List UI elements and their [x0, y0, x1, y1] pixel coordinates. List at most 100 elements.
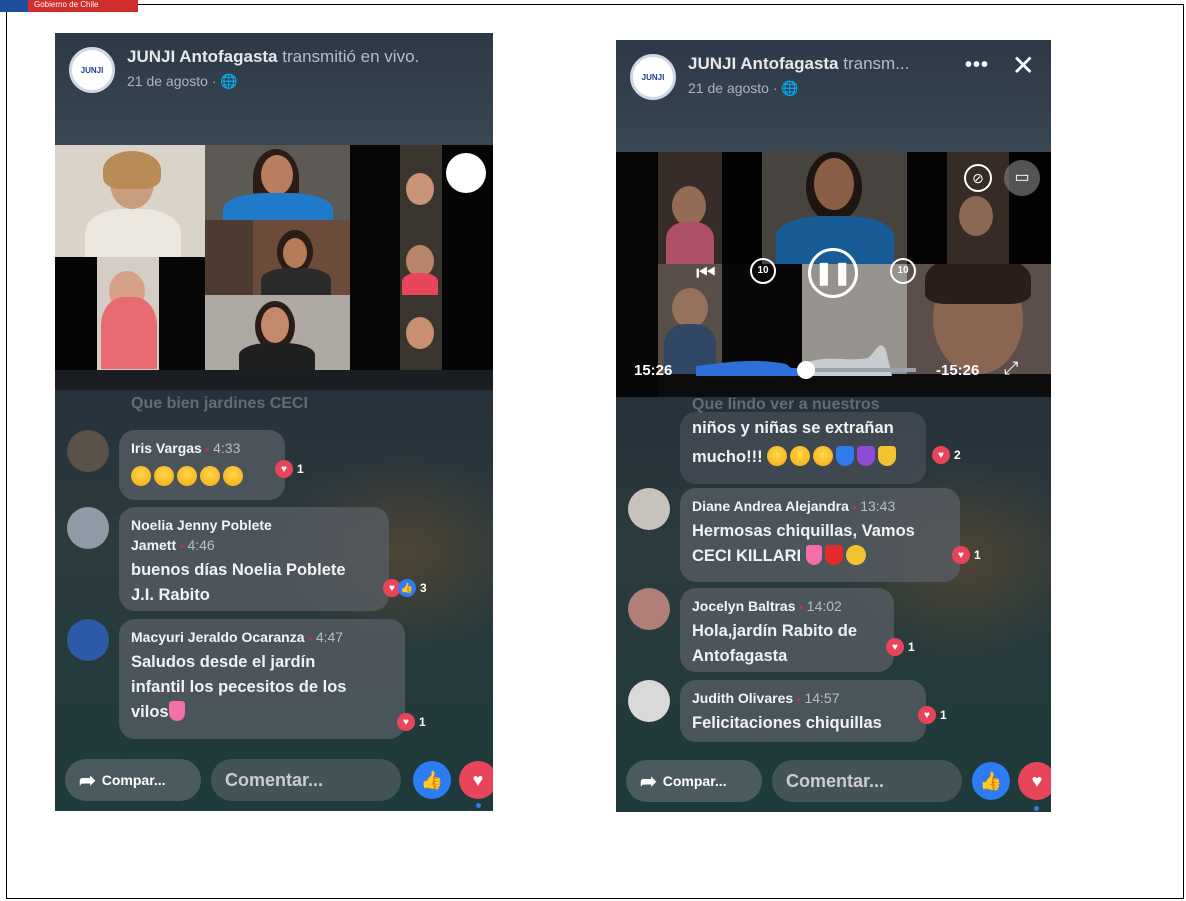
date-text: 21 de agosto · [688, 80, 778, 96]
elapsed-time: 15:26 [634, 362, 673, 379]
active-indicator [1034, 806, 1039, 811]
comment-input[interactable]: Comentar... [772, 760, 962, 802]
name-text: Macyuri Jeraldo Ocaranza [131, 629, 305, 645]
captions-button[interactable]: ⊘ [964, 164, 992, 192]
comment-time: 4:33 [213, 440, 241, 456]
avatar[interactable] [67, 507, 109, 549]
reaction-count[interactable]: ♥ 2 [932, 446, 961, 464]
name-text: Jamett [131, 537, 177, 553]
video-tile [205, 145, 350, 220]
reaction-number: 1 [908, 640, 915, 654]
seek-handle[interactable] [797, 361, 815, 379]
reaction-count[interactable]: ♥ 1 [275, 460, 304, 478]
skip-previous-button[interactable]: ⏮ [696, 260, 716, 286]
comment-text-3: vilos [131, 703, 169, 721]
video-tile [400, 145, 442, 370]
comment-text-2: mucho!!! [692, 448, 763, 466]
comment: Judith Olivares • 14:57 Felicitaciones c… [628, 680, 1028, 742]
love-button[interactable]: ♥ [459, 761, 493, 799]
like-button[interactable]: 👍 [413, 761, 451, 799]
comment-bubble: Macyuri Jeraldo Ocaranza • 4:47 Saludos … [119, 619, 405, 739]
avatar[interactable] [628, 588, 670, 630]
video-tile [350, 145, 400, 370]
video-player[interactable] [55, 145, 493, 390]
comment-bubble: niños y niñas se extrañan mucho!!! [680, 412, 926, 484]
comment-bubble: Noelia Jenny Poblete Jamett • 4:46 bueno… [119, 507, 389, 611]
globe-icon: 🌐 [781, 80, 799, 96]
comment-bubble: Judith Olivares • 14:57 Felicitaciones c… [680, 680, 926, 742]
close-button[interactable]: ✕ [1012, 52, 1035, 80]
comment: Diane Andrea Alejandra • 13:43 Hermosas … [628, 488, 1028, 582]
post-date: 21 de agosto · 🌐 [688, 80, 799, 97]
comment-text: Saludos desde el jardín [131, 653, 316, 671]
forward-10-button[interactable]: 10 [890, 258, 916, 284]
seek-progress [696, 368, 797, 372]
action-bar: ➦ Compar... Comentar... 👍 ♥ [616, 758, 1051, 811]
avatar[interactable] [628, 488, 670, 530]
reaction-count[interactable]: ♥ 1 [397, 713, 426, 731]
video-player[interactable]: ⊘ ▭ ⏮ 10 ❚❚ 10 15:26 -15:26 ⤢ [616, 152, 1051, 397]
comment-time: 14:02 [806, 598, 842, 614]
love-button[interactable]: ♥ [1018, 762, 1051, 800]
active-indicator [476, 803, 481, 808]
rewind-10-button[interactable]: 10 [750, 258, 776, 284]
fullscreen-icon[interactable]: ⤢ [1004, 358, 1018, 379]
name-text: Judith Olivares [692, 690, 794, 706]
comment-bubble: Diane Andrea Alejandra • 13:43 Hermosas … [680, 488, 960, 582]
name-text: Iris Vargas [131, 440, 202, 456]
commenter-name[interactable]: Diane Andrea Alejandra • 13:43 [692, 496, 948, 519]
hearts-emoji [168, 701, 185, 721]
pause-button[interactable]: ❚❚ [808, 248, 858, 298]
share-label: Compar... [662, 773, 727, 789]
comment-text-2-row: CECI KILLARI [692, 544, 948, 569]
share-icon: ➦ [640, 770, 657, 793]
more-options-button[interactable]: ••• [965, 54, 989, 77]
date-text: 21 de agosto · [127, 73, 217, 89]
comment-input[interactable]: Comentar... [211, 759, 401, 801]
post-header: JUNJI JUNJI Antofagasta transmitió en vi… [55, 33, 493, 148]
reaction-count[interactable]: ♥ 1 [952, 546, 981, 564]
avatar-text: JUNJI [641, 72, 665, 82]
comment-bubble: Iris Vargas • 4:33 [119, 430, 285, 500]
reaction-number: 2 [954, 448, 961, 462]
love-icon: ♥ [886, 638, 904, 656]
commenter-name[interactable]: Jocelyn Baltras • 14:02 [692, 596, 882, 619]
comment-text-2: infantil los pecesitos de los [131, 678, 347, 696]
avatar[interactable] [67, 430, 109, 472]
comment: Noelia Jenny Poblete Jamett • 4:46 bueno… [67, 507, 447, 611]
avatar-text: JUNJI [80, 65, 104, 75]
comment-text-2: J.I. Rabito [131, 586, 210, 604]
video-tile [55, 257, 97, 370]
like-button[interactable]: 👍 [972, 762, 1010, 800]
commenter-name[interactable]: Macyuri Jeraldo Ocaranza • 4:47 [131, 627, 393, 650]
commenter-name-2: Jamett • 4:46 [131, 537, 215, 553]
gov-badge-label: Gobierno de Chile [28, 0, 138, 12]
page-avatar[interactable]: JUNJI [69, 47, 115, 93]
avatar[interactable] [67, 619, 109, 661]
commenter-name[interactable]: Judith Olivares • 14:57 [692, 688, 914, 711]
commenter-name[interactable]: Iris Vargas • 4:33 [131, 438, 273, 461]
love-icon: ♥ [397, 713, 415, 731]
cast-button[interactable]: ▭ [1004, 160, 1040, 196]
comment-text-2: CECI KILLARI [692, 547, 802, 565]
reaction-count[interactable]: ♥ 1 [886, 638, 915, 656]
share-button[interactable]: ➦ Compar... [626, 760, 762, 802]
commenter-name[interactable]: Noelia Jenny Poblete [131, 515, 377, 535]
share-button[interactable]: ➦ Compar... [65, 759, 201, 801]
reaction-count[interactable]: ♥ 👍 3 [383, 579, 427, 597]
reaction-number: 1 [974, 548, 981, 562]
page-name[interactable]: JUNJI Antofagasta [688, 54, 839, 73]
reaction-count[interactable]: ♥ 1 [918, 706, 947, 724]
action-bar: ➦ Compar... Comentar... 👍 ♥ [55, 757, 493, 808]
video-status-bar [55, 370, 493, 390]
comment-text-2-row: mucho!!! [692, 445, 914, 470]
reaction-number: 1 [419, 715, 426, 729]
avatar[interactable] [628, 680, 670, 722]
comment-text: niños y niñas se extrañan [692, 419, 894, 437]
title-suffix: transmitió en vivo. [282, 47, 420, 66]
page-avatar[interactable]: JUNJI [630, 54, 676, 100]
phone-screenshot-left: JUNJI JUNJI Antofagasta transmitió en vi… [55, 33, 493, 811]
comment: niños y niñas se extrañan mucho!!! ♥ 2 [628, 412, 1028, 484]
page-name[interactable]: JUNJI Antofagasta [127, 47, 278, 66]
comment-text: Hermosas chiquillas, Vamos [692, 522, 915, 540]
